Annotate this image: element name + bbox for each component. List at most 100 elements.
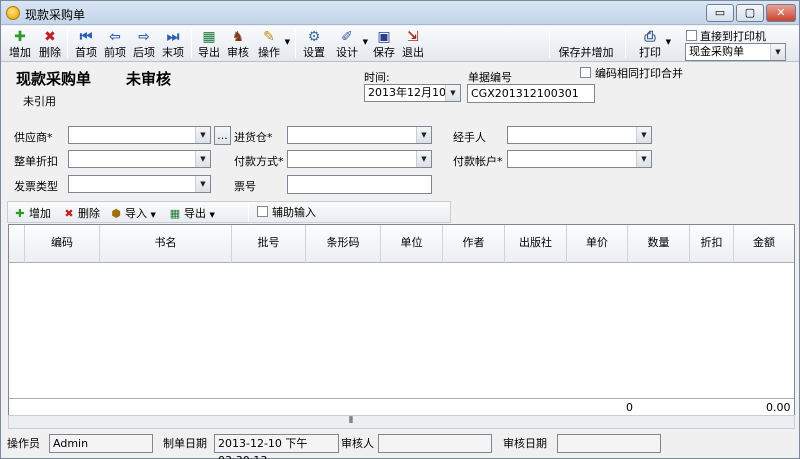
- col-header-title[interactable]: 书名: [100, 225, 232, 263]
- status-bar: 操作员 Admin 制单日期 2013-12-10 下午 03:30:13 审核…: [1, 431, 799, 459]
- warehouse-label: 进货仓*: [234, 131, 273, 144]
- close-button[interactable]: ✕: [766, 4, 796, 22]
- col-header-barcode[interactable]: 条形码: [306, 225, 381, 263]
- col-header-price[interactable]: 单价: [567, 225, 628, 263]
- payment-method-label: 付款方式*: [234, 155, 284, 168]
- toolbar-separator: [191, 30, 192, 58]
- col-header-qty[interactable]: 数量: [628, 225, 690, 263]
- operator-label: 操作员: [7, 437, 40, 450]
- detail-add-label: 增加: [29, 207, 51, 220]
- supplier-select[interactable]: ▼: [68, 126, 211, 144]
- auditor-label: 审核人: [341, 437, 374, 450]
- title-bar: 现款采购单 ▭ ▢ ✕: [1, 1, 799, 25]
- import-icon: ⬢: [111, 207, 121, 220]
- doc-title: 现款采购单: [16, 70, 92, 88]
- last-button[interactable]: ⏭ 末项: [160, 28, 186, 60]
- delete-button[interactable]: ✖ 删除: [37, 28, 63, 60]
- save-button[interactable]: ▣ 保存: [371, 28, 397, 60]
- merge-print-checkbox[interactable]: [580, 67, 591, 78]
- toolbar-separator: [625, 30, 626, 58]
- col-header-unit[interactable]: 单位: [381, 225, 443, 263]
- doc-no-label: 单据编号: [468, 71, 512, 84]
- chevron-down-icon: ▼: [445, 85, 460, 101]
- grid-footer: 0 0.00: [9, 398, 794, 415]
- audit-date-label: 审核日期: [503, 437, 547, 450]
- handler-select[interactable]: ▼: [507, 126, 652, 144]
- invoice-type-select[interactable]: ▼: [68, 175, 211, 193]
- chevron-down-icon: ▼: [416, 127, 431, 143]
- next-button[interactable]: ⇨ 后项: [131, 28, 157, 60]
- prev-icon: ⇦: [109, 29, 121, 45]
- warehouse-select[interactable]: ▼: [287, 126, 432, 144]
- print-template-select[interactable]: 现金采购单 ▼: [685, 43, 786, 61]
- supplier-browse-button[interactable]: ...: [214, 126, 231, 145]
- ticket-no-label: 票号: [234, 180, 256, 193]
- col-header-author[interactable]: 作者: [443, 225, 505, 263]
- horizontal-scrollbar[interactable]: ⦀: [8, 415, 795, 429]
- detail-add-button[interactable]: ✚ 增加: [13, 205, 51, 221]
- detail-grid[interactable]: 编码 书名 批号 条形码 单位 作者 出版社 单价 数量 折扣 金额 0 0.0…: [8, 224, 795, 416]
- design-icon: ✐: [341, 29, 353, 45]
- invoice-type-label: 发票类型: [14, 180, 58, 193]
- audit-icon: ♞: [231, 29, 245, 45]
- doc-status: 未审核: [126, 70, 172, 88]
- chevron-down-icon: ▼: [770, 44, 785, 60]
- operate-button[interactable]: ✎ 操作 ▼: [256, 28, 290, 60]
- chevron-down-icon: ▼: [416, 151, 431, 167]
- add-button[interactable]: ✚ 增加: [7, 28, 33, 60]
- detail-toolbar: ✚ 增加 ✖ 删除 ⬢ 导入 ▼ ▦ 导出 ▼ 辅助输入: [7, 201, 451, 223]
- toolbar-separator: [295, 30, 296, 58]
- total-amount: 0.00: [766, 401, 791, 414]
- doc-no-field[interactable]: CGX201312100301: [467, 84, 595, 103]
- prev-button[interactable]: ⇦ 前项: [102, 28, 128, 60]
- first-button[interactable]: ⏮ 首项: [73, 28, 99, 60]
- export-icon: ▦: [202, 29, 216, 45]
- reference-status: 未引用: [23, 95, 56, 108]
- main-toolbar: ✚ 增加 ✖ 删除 ⏮ 首项 ⇦ 前项 ⇨ 后项 ⏭ 末项 ▦ 导出 ♞ 审核 …: [1, 26, 799, 62]
- exit-button[interactable]: ⇲ 退出: [400, 28, 426, 60]
- last-icon: ⏭: [166, 29, 180, 45]
- grid-header: 编码 书名 批号 条形码 单位 作者 出版社 单价 数量 折扣 金额: [9, 225, 794, 263]
- discount-label: 整单折扣: [14, 155, 58, 168]
- print-button[interactable]: ⎙ 打印 ▼: [637, 28, 671, 60]
- date-picker[interactable]: 2013年12月10日 ▼: [364, 84, 461, 102]
- payment-account-label: 付款帐户*: [453, 155, 503, 168]
- created-date-field: 2013-12-10 下午 03:30:13: [214, 434, 339, 459]
- detail-import-button[interactable]: ⬢ 导入 ▼: [109, 205, 156, 221]
- discount-select[interactable]: ▼: [68, 150, 211, 168]
- col-header-code[interactable]: 编码: [25, 225, 100, 263]
- col-header-publisher[interactable]: 出版社: [505, 225, 567, 263]
- detail-export-button[interactable]: ▦ 导出 ▼: [168, 205, 215, 221]
- export-icon: ▦: [169, 207, 181, 220]
- col-header-discount[interactable]: 折扣: [690, 225, 734, 263]
- ticket-no-field[interactable]: [287, 175, 432, 194]
- merge-print-label: 编码相同打印合并: [595, 67, 683, 80]
- operator-field: Admin: [49, 434, 153, 453]
- design-button[interactable]: ✐ 设计 ▼: [334, 28, 368, 60]
- minimize-button[interactable]: ▭: [706, 4, 734, 22]
- app-icon: [6, 6, 20, 20]
- window-title: 现款采购单: [25, 8, 86, 22]
- dropdown-arrow-icon: ▼: [150, 211, 156, 219]
- aux-input-checkbox[interactable]: [257, 206, 268, 217]
- print-icon: ⎙: [644, 29, 656, 45]
- payment-account-select[interactable]: ▼: [507, 150, 652, 168]
- col-header-amount[interactable]: 金额: [734, 225, 794, 263]
- detail-delete-button[interactable]: ✖ 删除: [62, 205, 100, 221]
- print-template-value: 现金采购单: [689, 45, 744, 58]
- scroll-thumb-grip-icon: ⦀: [349, 416, 353, 426]
- export-button[interactable]: ▦ 导出: [196, 28, 222, 60]
- save-icon: ▣: [377, 29, 391, 45]
- settings-button[interactable]: ⚙ 设置: [301, 28, 327, 60]
- save-add-button[interactable]: 保存并增加: [553, 28, 619, 60]
- audit-button[interactable]: ♞ 审核: [225, 28, 251, 60]
- dropdown-arrow-icon: ▼: [362, 38, 368, 46]
- chevron-down-icon: ▼: [195, 127, 210, 143]
- direct-print-checkbox[interactable]: [686, 30, 697, 41]
- row-indicator-header: [9, 225, 25, 263]
- total-qty: 0: [626, 401, 633, 414]
- col-header-batch[interactable]: 批号: [232, 225, 306, 263]
- maximize-button[interactable]: ▢: [736, 4, 764, 22]
- payment-method-select[interactable]: ▼: [287, 150, 432, 168]
- chevron-down-icon: ▼: [195, 176, 210, 192]
